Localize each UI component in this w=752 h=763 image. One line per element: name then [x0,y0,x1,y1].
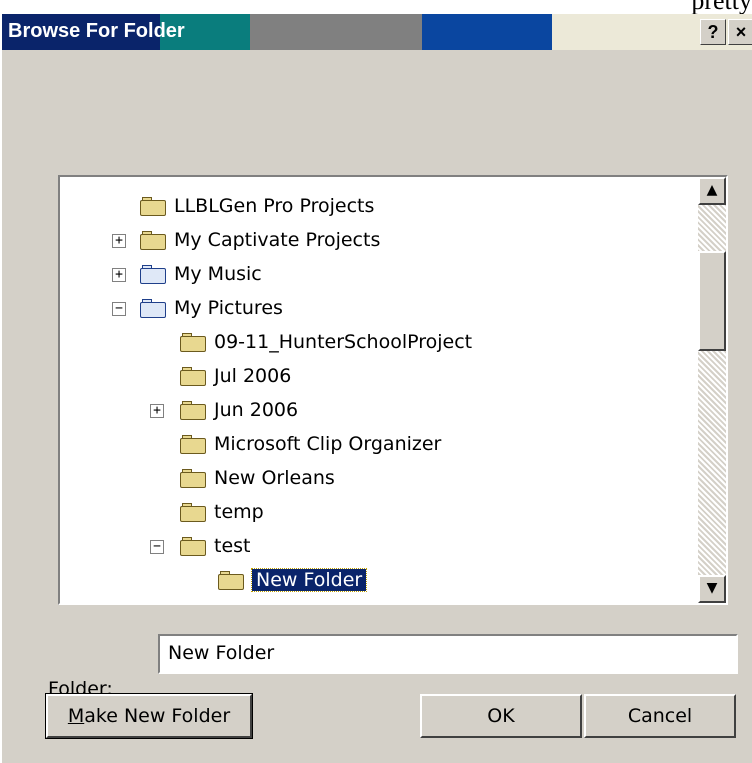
folder-icon [140,602,166,603]
vertical-scrollbar[interactable]: ▲ ▼ [698,177,726,603]
pictures-folder-icon [140,298,166,318]
title-bar-fill-blue [422,14,552,50]
ok-button[interactable]: OK [420,694,582,738]
music-folder-icon [140,264,166,284]
tree-item-label: Jun 2006 [214,399,299,421]
tree-item-jul-2006[interactable]: Jul 2006 [180,361,291,391]
tree-item-label: temp [214,501,264,523]
folder-icon [180,434,206,454]
expand-icon[interactable]: + [112,268,126,282]
scroll-up-button[interactable]: ▲ [698,177,726,205]
collapse-icon[interactable]: − [112,302,126,316]
collapse-icon[interactable]: − [150,540,164,554]
folder-icon [140,196,166,216]
folder-tree-viewport: LLBLGen Pro Projects + My Captivate Proj… [60,177,700,603]
tree-item-label: My Captivate Projects [174,229,381,251]
title-bar-fill-gray [250,14,422,50]
tree-item-my-music[interactable]: My Music [140,259,262,289]
dialog-title: Browse For Folder [8,20,185,42]
tree-item-partial[interactable] [140,597,174,603]
folder-icon [180,366,206,386]
browse-for-folder-dialog: Browse For Folder ? × LLBLGen Pro Projec… [0,14,752,763]
folder-icon [180,536,206,556]
tree-item-label: New Orleans [214,467,335,489]
tree-item-label: LLBLGen Pro Projects [174,195,375,217]
tree-item-test[interactable]: test [180,531,251,561]
folder-icon [180,332,206,352]
make-new-folder-button[interactable]: Make New Folder [45,693,253,739]
tree-item-new-folder[interactable]: New Folder [218,565,368,595]
make-new-folder-label: ake New Folder [84,705,231,727]
tree-item-09-11-hunterschoolproject[interactable]: 09-11_HunterSchoolProject [180,327,472,357]
tree-item-label: 09-11_HunterSchoolProject [214,331,473,353]
help-button[interactable]: ? [700,19,726,45]
tree-item-llblgen-pro-projects[interactable]: LLBLGen Pro Projects [140,191,374,221]
expand-icon[interactable]: + [150,404,164,418]
close-button[interactable]: × [728,19,752,45]
tree-item-temp[interactable]: temp [180,497,264,527]
tree-item-label: test [214,535,251,557]
expand-icon[interactable]: + [112,234,126,248]
scrollbar-thumb[interactable] [698,251,726,351]
tree-item-new-orleans[interactable]: New Orleans [180,463,335,493]
tree-item-label: My Music [174,263,262,285]
folder-tree[interactable]: LLBLGen Pro Projects + My Captivate Proj… [58,175,728,605]
open-folder-icon [218,570,244,590]
tree-item-label: Microsoft Clip Organizer [214,433,442,455]
folder-icon [140,230,166,250]
tree-item-my-pictures[interactable]: My Pictures [140,293,283,323]
tree-item-label-selected: New Folder [250,568,368,592]
tree-item-label: My Pictures [174,297,283,319]
tree-item-my-captivate-projects[interactable]: My Captivate Projects [140,225,380,255]
make-new-folder-mnemonic: M [67,705,85,727]
folder-icon [180,400,206,420]
folder-name-input[interactable]: New Folder [158,634,738,674]
scroll-down-button[interactable]: ▼ [698,575,726,603]
tree-item-microsoft-clip-organizer[interactable]: Microsoft Clip Organizer [180,429,441,459]
folder-icon [180,502,206,522]
folder-icon [180,468,206,488]
cancel-button[interactable]: Cancel [584,694,736,738]
tree-item-label: Jul 2006 [214,365,292,387]
tree-item-jun-2006[interactable]: Jun 2006 [180,395,298,425]
